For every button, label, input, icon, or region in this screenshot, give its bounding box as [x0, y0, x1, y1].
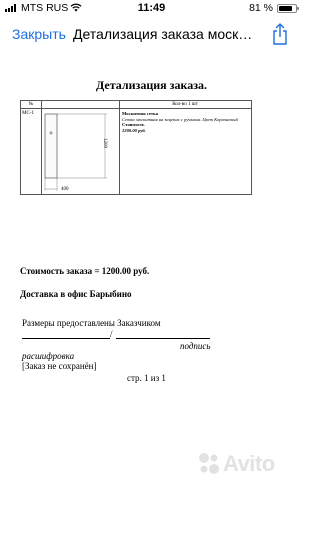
- page-number: стр. 1 из 1: [127, 373, 166, 383]
- item-description: Москитная сетка Сетка москитная на зацеп…: [122, 111, 250, 133]
- header-quantity: Кол-во 1 шт: [172, 102, 198, 107]
- signature-label: подпись: [180, 341, 211, 351]
- page-title: Детализация заказа моск…: [73, 26, 253, 42]
- not-saved-note: [Заказ не сохранён]: [22, 361, 97, 371]
- decode-label: расшифровка: [22, 351, 75, 361]
- avito-watermark: Avito: [196, 450, 296, 480]
- share-icon[interactable]: [271, 22, 289, 51]
- column-divider: [119, 101, 120, 194]
- close-button[interactable]: Закрыть: [12, 26, 66, 42]
- document-title: Детализация заказа.: [95, 78, 208, 92]
- cost-value: 1200.00 руб.: [122, 127, 146, 133]
- battery-percent: 81 %: [249, 2, 273, 14]
- order-table: № Кол-во 1 шт МС-1 1200 400 Москитная се…: [20, 100, 252, 195]
- signature-line: /: [22, 329, 210, 339]
- nav-bar: Закрыть Детализация заказа моск…: [0, 18, 303, 52]
- battery-icon: [277, 4, 299, 13]
- signature-slash: /: [110, 329, 113, 339]
- height-dimension: 1200: [102, 138, 107, 148]
- width-dimension: 400: [61, 187, 69, 192]
- order-total: Стоимость заказа = 1200.00 руб.: [20, 266, 150, 276]
- sizes-note: Размеры предоставлены Заказчиком: [22, 318, 161, 328]
- mesh-drawing: [44, 113, 107, 191]
- delivery-info: Доставка в офис Барыбино: [20, 289, 132, 299]
- status-bar: MTS RUS 11:49 81 %: [0, 0, 303, 18]
- avito-logo-icon: [199, 453, 219, 474]
- watermark-text: Avito: [223, 451, 275, 476]
